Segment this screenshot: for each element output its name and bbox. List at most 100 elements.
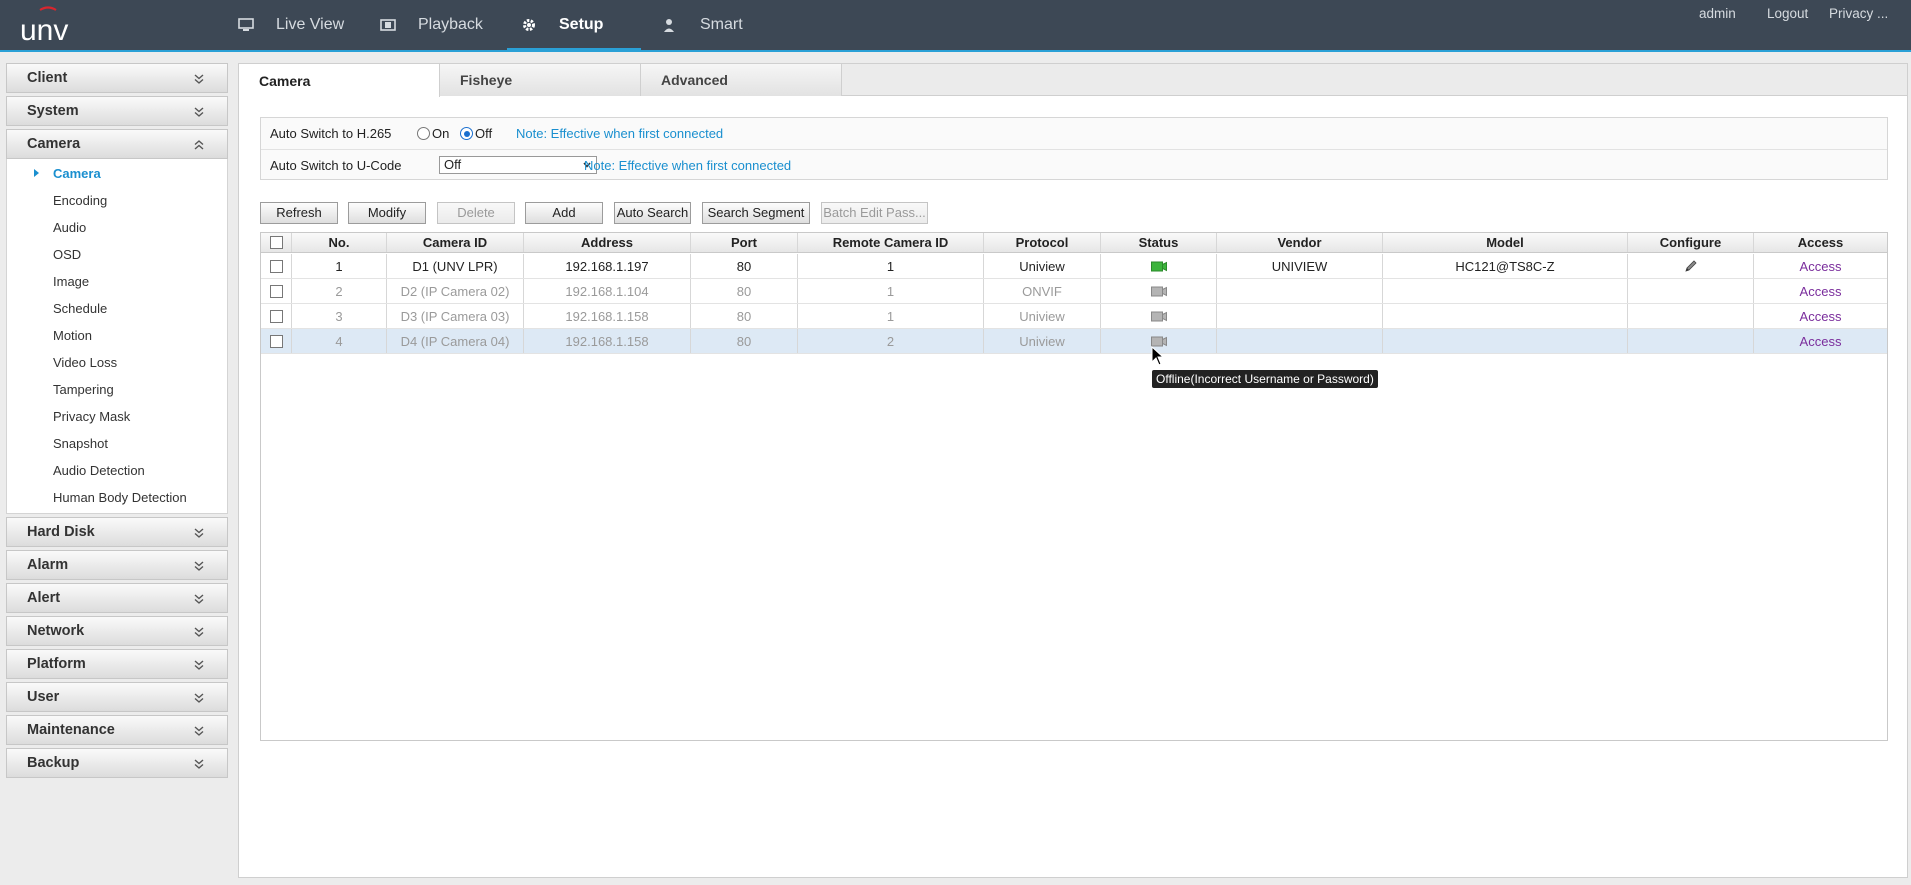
camera-offline-icon [1150, 311, 1167, 321]
sidebar-item-encoding[interactable]: Encoding [7, 187, 227, 214]
sidebar-item-osd[interactable]: OSD [7, 241, 227, 268]
cell-model [1383, 304, 1628, 328]
column-header[interactable]: Access [1754, 233, 1887, 252]
search-segment-button[interactable]: Search Segment [702, 202, 810, 224]
person-icon [664, 19, 674, 32]
column-header[interactable]: Configure [1628, 233, 1754, 252]
user-name[interactable]: admin [1699, 6, 1736, 21]
sidebar-section-maintenance[interactable]: Maintenance [6, 715, 228, 745]
batch-edit-password-button[interactable]: Batch Edit Pass... [821, 202, 928, 224]
camera-offline-icon [1150, 286, 1167, 296]
ucode-row: Auto Switch to U-Code Off Note: Effectiv… [261, 149, 1887, 180]
column-header[interactable]: Address [524, 233, 691, 252]
camera-online-icon [1150, 261, 1167, 271]
tab-camera[interactable]: Camera [239, 64, 440, 97]
film-icon [380, 19, 396, 31]
sidebar-item-privacy-mask[interactable]: Privacy Mask [7, 403, 227, 430]
gear-icon [523, 19, 535, 31]
sidebar-section-client[interactable]: Client [6, 63, 228, 93]
access-link[interactable]: Access [1754, 279, 1887, 303]
column-header[interactable]: No. [292, 233, 387, 252]
sidebar-item-label: OSD [53, 247, 82, 262]
cell-remote-id: 1 [798, 254, 984, 278]
sidebar-section-alarm[interactable]: Alarm [6, 550, 228, 580]
mouse-cursor-icon [1151, 346, 1165, 366]
row-checkbox[interactable] [269, 334, 283, 348]
radio-circle-checked [460, 127, 473, 140]
select-all-checkbox[interactable] [269, 236, 283, 249]
sidebar-item-motion[interactable]: Motion [7, 322, 227, 349]
h265-row: Auto Switch to H.265 On Off Note: Effect… [261, 118, 1887, 149]
row-checkbox[interactable] [269, 309, 283, 323]
column-header[interactable]: Port [691, 233, 798, 252]
column-header[interactable]: Vendor [1217, 233, 1383, 252]
sidebar-camera-submenu: Camera Encoding Audio OSD Image Schedule… [6, 159, 228, 514]
column-header[interactable]: Protocol [984, 233, 1101, 252]
access-link[interactable]: Access [1754, 329, 1887, 353]
refresh-button[interactable]: Refresh [260, 202, 338, 224]
sidebar-item-human-body-detection[interactable]: Human Body Detection [7, 484, 227, 511]
top-accent-line [0, 50, 1911, 52]
access-link[interactable]: Access [1754, 304, 1887, 328]
sidebar-section-platform[interactable]: Platform [6, 649, 228, 679]
sidebar-section-alert[interactable]: Alert [6, 583, 228, 613]
sidebar-section-camera[interactable]: Camera [6, 129, 228, 159]
h265-off-radio[interactable]: Off [460, 126, 492, 141]
delete-button[interactable]: Delete [437, 202, 515, 224]
column-header[interactable]: Camera ID [387, 233, 524, 252]
nav-live-view[interactable]: Live View [238, 0, 344, 50]
privacy-link[interactable]: Privacy ... [1829, 6, 1888, 21]
sidebar-item-image[interactable]: Image [7, 268, 227, 295]
table-header: No. Camera ID Address Port Remote Camera… [261, 233, 1887, 253]
tab-advanced[interactable]: Advanced [641, 64, 842, 96]
settings-panel: Auto Switch to H.265 On Off Note: Effect… [260, 117, 1888, 180]
table-row[interactable]: 4 D4 (IP Camera 04) 192.168.1.158 80 2 U… [261, 329, 1887, 354]
camera-table: No. Camera ID Address Port Remote Camera… [260, 232, 1888, 741]
sidebar-item-schedule[interactable]: Schedule [7, 295, 227, 322]
nav-smart[interactable]: Smart [662, 0, 743, 50]
cell-port: 80 [691, 254, 798, 278]
sidebar-section-label: Hard Disk [27, 524, 95, 540]
sidebar-item-audio-detection[interactable]: Audio Detection [7, 457, 227, 484]
cell-camera-id: D3 (IP Camera 03) [387, 304, 524, 328]
sidebar-item-tampering[interactable]: Tampering [7, 376, 227, 403]
add-button[interactable]: Add [525, 202, 603, 224]
sidebar-item-audio[interactable]: Audio [7, 214, 227, 241]
auto-search-button[interactable]: Auto Search [614, 202, 691, 224]
access-link[interactable]: Access [1754, 254, 1887, 278]
sidebar-item-camera[interactable]: Camera [7, 160, 227, 187]
cell-model [1383, 279, 1628, 303]
cell-no: 3 [292, 304, 387, 328]
tab-label: Fisheye [460, 72, 513, 88]
ucode-select[interactable]: Off [439, 156, 597, 174]
sidebar-section-system[interactable]: System [6, 96, 228, 126]
table-row[interactable]: 2 D2 (IP Camera 02) 192.168.1.104 80 1 O… [261, 279, 1887, 304]
cell-remote-id: 1 [798, 304, 984, 328]
h265-label: Auto Switch to H.265 [270, 126, 392, 141]
tab-fisheye[interactable]: Fisheye [440, 64, 641, 96]
sidebar-item-video-loss[interactable]: Video Loss [7, 349, 227, 376]
nav-playback[interactable]: Playback [380, 0, 483, 50]
column-header[interactable]: Remote Camera ID [798, 233, 984, 252]
column-header[interactable]: Model [1383, 233, 1628, 252]
nav-setup[interactable]: Setup [521, 0, 603, 50]
row-checkbox[interactable] [269, 259, 283, 273]
sidebar-section-hard-disk[interactable]: Hard Disk [6, 517, 228, 547]
sidebar-section-user[interactable]: User [6, 682, 228, 712]
table-row[interactable]: 1 D1 (UNV LPR) 192.168.1.197 80 1 Univie… [261, 254, 1887, 279]
logout-link[interactable]: Logout [1767, 6, 1808, 21]
row-checkbox[interactable] [269, 284, 283, 298]
sidebar-section-label: Client [27, 70, 68, 86]
sidebar-section-network[interactable]: Network [6, 616, 228, 646]
cell-no: 2 [292, 279, 387, 303]
modify-button[interactable]: Modify [348, 202, 426, 224]
cell-configure [1628, 329, 1754, 353]
table-row[interactable]: 3 D3 (IP Camera 03) 192.168.1.158 80 1 U… [261, 304, 1887, 329]
ucode-label: Auto Switch to U-Code [270, 157, 402, 173]
pencil-icon[interactable] [1684, 259, 1698, 273]
sidebar-section-backup[interactable]: Backup [6, 748, 228, 778]
h265-on-radio[interactable]: On [417, 126, 449, 141]
column-header[interactable]: Status [1101, 233, 1217, 252]
sidebar-item-snapshot[interactable]: Snapshot [7, 430, 227, 457]
chevron-down-icon [194, 759, 204, 769]
